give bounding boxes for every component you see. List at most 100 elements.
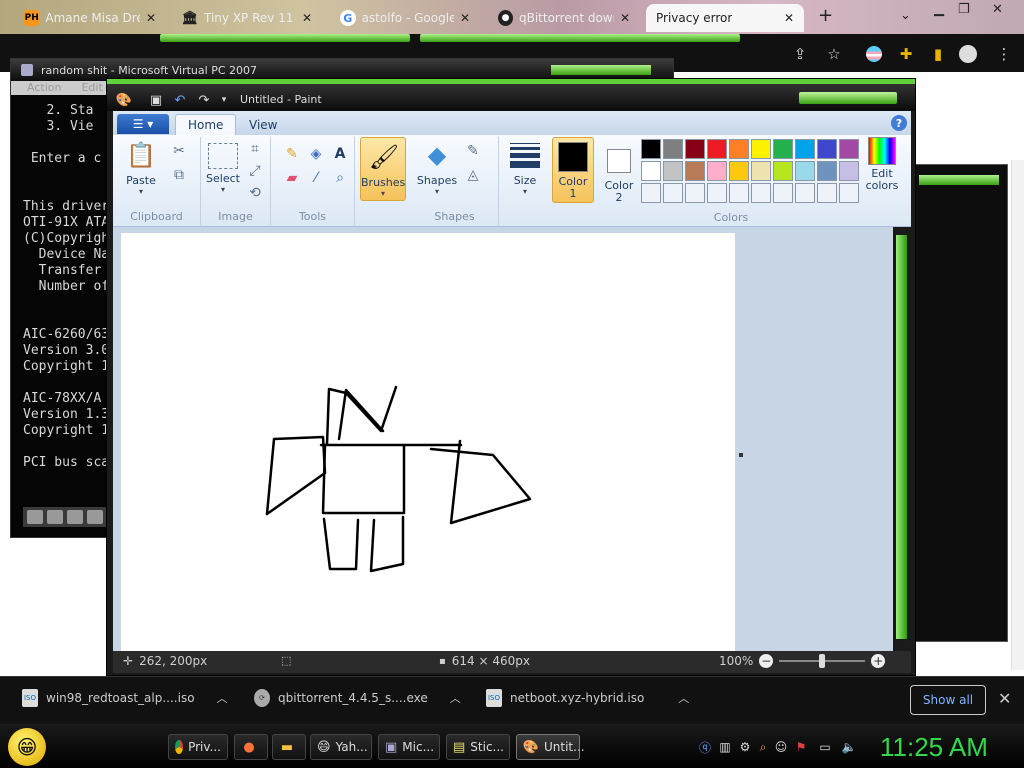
taskbar-item-chrome[interactable]: Priv... <box>168 734 228 760</box>
close-tab-icon[interactable]: ✕ <box>784 11 794 25</box>
eraser-icon[interactable]: ▰ <box>281 167 303 189</box>
search-tray-icon[interactable]: ⌕ <box>755 739 771 755</box>
drawing-canvas[interactable] <box>121 233 735 653</box>
taskbar-clock[interactable]: 11:25 AM <box>880 732 988 763</box>
volume-icon[interactable]: 🔈 <box>841 739 857 755</box>
pencil-icon[interactable]: ✎ <box>281 143 303 165</box>
floppy-icon[interactable] <box>67 510 83 524</box>
browser-tab-active[interactable]: Privacy error ✕ <box>646 4 804 32</box>
paint-menu-button[interactable]: ☰ ▾ <box>117 114 169 134</box>
canvas-resize-handle[interactable] <box>739 453 743 457</box>
chevron-up-icon[interactable]: ︿ <box>450 690 461 706</box>
new-tab-button[interactable]: + <box>818 5 833 26</box>
zoom-in-button[interactable]: + <box>871 654 886 668</box>
network-tray-icon[interactable]: ▥ <box>717 739 733 755</box>
close-tab-icon[interactable]: ✕ <box>302 11 312 25</box>
brushes-button[interactable]: 🖌 Brushes ▾ <box>360 137 406 201</box>
palette-swatch[interactable] <box>773 183 793 203</box>
browser-tab-3[interactable]: G astolfo - Google ✕ <box>330 4 480 32</box>
qbittorrent-tray-icon[interactable]: ⓠ <box>697 739 713 755</box>
display-tray-icon[interactable]: ▭ <box>817 739 833 755</box>
background-window[interactable] <box>908 164 1008 642</box>
shapes-button[interactable]: ◆ Shapes ▾ <box>417 139 457 196</box>
download-item[interactable]: ISO win98_redtoast_alp....iso ︿ <box>22 689 228 707</box>
palette-swatch[interactable] <box>839 161 859 181</box>
canvas-vertical-scrollbar[interactable] <box>893 227 911 651</box>
messenger-tray-icon[interactable]: ☺ <box>773 739 789 755</box>
scrollbar-thumb[interactable] <box>896 235 907 639</box>
palette-swatch[interactable] <box>663 139 683 159</box>
resize-icon[interactable]: ⤢ <box>245 161 265 181</box>
color-picker-icon[interactable]: ⁄ <box>305 167 327 189</box>
shape-fill-icon[interactable]: ◬ <box>463 165 483 185</box>
palette-swatch[interactable] <box>817 183 837 203</box>
start-button[interactable]: 😁 <box>8 728 46 766</box>
palette-swatch[interactable] <box>795 161 815 181</box>
zoom-out-button[interactable]: − <box>759 654 774 668</box>
select-button[interactable]: Select ▾ <box>205 139 241 194</box>
palette-swatch[interactable] <box>751 183 771 203</box>
close-tab-icon[interactable]: ✕ <box>460 11 470 25</box>
sidepanel-icon[interactable]: ▮ <box>928 44 948 64</box>
color2-button[interactable]: Color 2 <box>599 137 639 204</box>
browser-menu-icon[interactable]: ⋮ <box>994 44 1014 64</box>
tab-home[interactable]: Home <box>175 114 237 135</box>
palette-swatch[interactable] <box>707 161 727 181</box>
palette-swatch[interactable] <box>729 161 749 181</box>
zoom-slider-thumb[interactable] <box>819 654 826 668</box>
palette-swatch[interactable] <box>839 183 859 203</box>
taskbar-item-paint[interactable]: 🎨 Untit... <box>516 734 585 760</box>
palette-swatch[interactable] <box>817 161 837 181</box>
help-icon[interactable]: ? <box>891 115 907 131</box>
taskbar-item-firefox[interactable]: ● <box>234 734 268 760</box>
outline-icon[interactable]: ✎ <box>463 141 483 161</box>
tab-view[interactable]: View <box>237 114 289 135</box>
copy-icon[interactable]: ⧉ <box>169 165 189 185</box>
palette-swatch[interactable] <box>641 139 661 159</box>
security-tray-icon[interactable]: ⚑ <box>793 739 809 755</box>
profile-avatar-icon[interactable] <box>958 44 978 64</box>
rotate-icon[interactable]: ⟲ <box>245 183 265 203</box>
chevron-up-icon[interactable]: ︿ <box>678 690 689 706</box>
palette-swatch[interactable] <box>685 139 705 159</box>
extension-flag-icon[interactable] <box>864 44 884 64</box>
cut-icon[interactable]: ✂ <box>169 141 189 161</box>
extensions-puzzle-icon[interactable]: ✚ <box>896 44 916 64</box>
palette-swatch[interactable] <box>707 183 727 203</box>
palette-swatch[interactable] <box>817 139 837 159</box>
close-tab-icon[interactable]: ✕ <box>620 11 630 25</box>
download-item[interactable]: ISO netboot.xyz-hybrid.iso ︿ <box>486 689 689 707</box>
taskbar-item-virtualpc[interactable]: ▣ Mic... <box>378 734 440 760</box>
show-all-downloads-button[interactable]: Show all <box>910 685 986 715</box>
undo-icon[interactable]: ↶ <box>171 92 189 108</box>
taskbar-item-yahoo[interactable]: 😄 Yah... <box>310 734 372 760</box>
palette-swatch[interactable] <box>641 161 661 181</box>
palette-swatch[interactable] <box>663 161 683 181</box>
palette-swatch[interactable] <box>751 139 771 159</box>
palette-swatch[interactable] <box>663 183 683 203</box>
browser-tab-1[interactable]: PH Amane Misa Dre ✕ <box>14 4 166 32</box>
magnifier-icon[interactable]: ⌕ <box>329 167 351 189</box>
save-icon[interactable]: ▣ <box>147 92 165 108</box>
close-tab-icon[interactable]: ✕ <box>146 11 156 25</box>
window-controls[interactable] <box>551 65 651 75</box>
disk-icon[interactable] <box>27 510 43 524</box>
cd-icon[interactable] <box>47 510 63 524</box>
window-controls[interactable] <box>799 92 897 104</box>
fill-bucket-icon[interactable]: ◈ <box>305 143 327 165</box>
paint-window[interactable]: 🎨 ▣ ↶ ↷ ▾ Untitled - Paint ☰ ▾ Home View… <box>106 78 916 676</box>
palette-swatch[interactable] <box>685 183 705 203</box>
close-downloads-bar-icon[interactable]: ✕ <box>998 689 1011 708</box>
bookmark-star-icon[interactable]: ☆ <box>824 44 844 64</box>
text-tool-icon[interactable]: A <box>329 143 351 165</box>
palette-swatch[interactable] <box>773 139 793 159</box>
quick-access-dropdown-icon[interactable]: ▾ <box>215 92 233 108</box>
palette-swatch[interactable] <box>839 139 859 159</box>
menu-action[interactable]: Action <box>27 81 61 95</box>
palette-swatch[interactable] <box>641 183 661 203</box>
menu-edit[interactable]: Edit <box>81 81 102 95</box>
paint-titlebar[interactable]: 🎨 ▣ ↶ ↷ ▾ Untitled - Paint <box>107 79 915 111</box>
chevron-up-icon[interactable]: ︿ <box>217 690 228 706</box>
taskbar-item-sticky-notes[interactable]: ▤ Stic... <box>446 734 510 760</box>
folder-icon[interactable] <box>87 510 103 524</box>
